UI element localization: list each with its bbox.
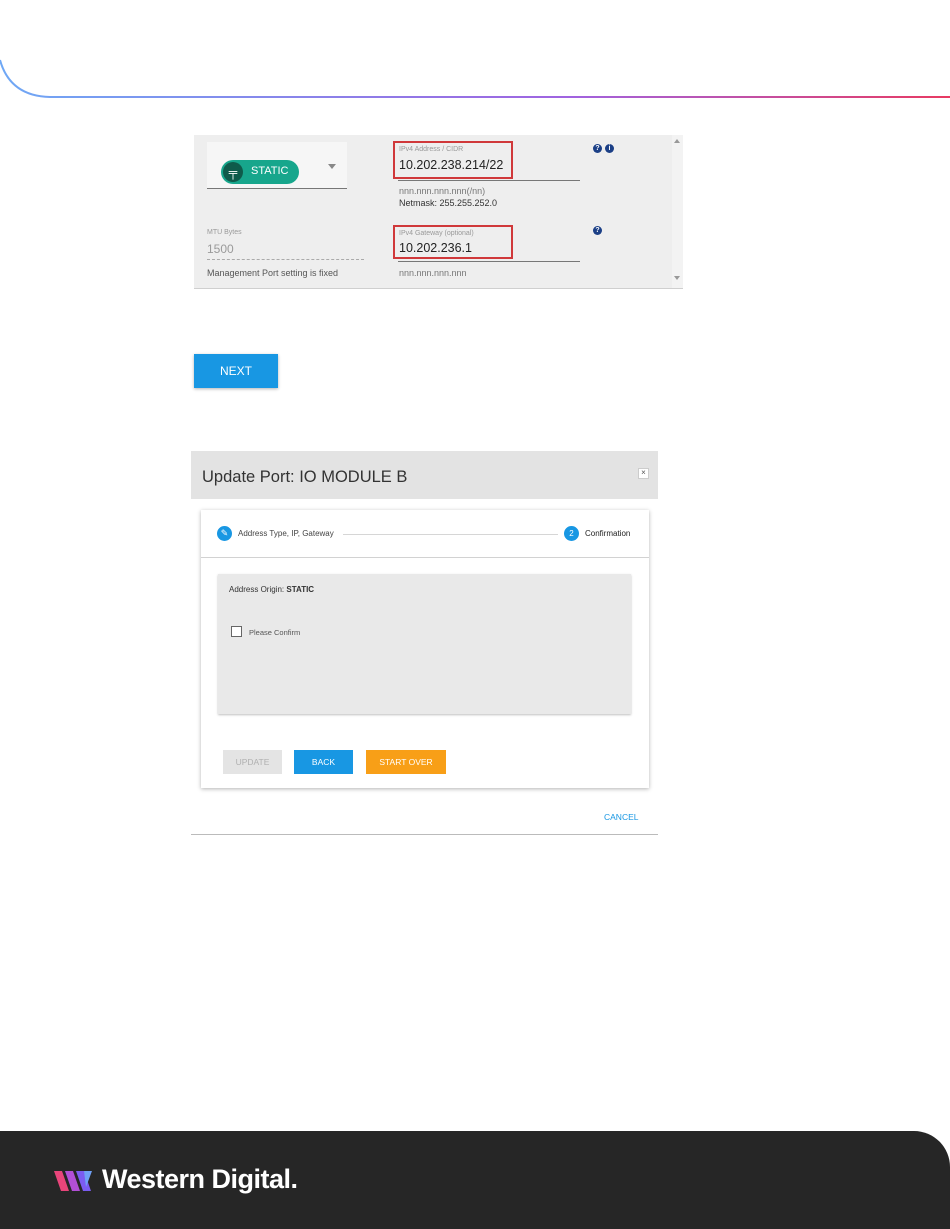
mtu-value: 1500: [207, 242, 234, 256]
header-curve-decoration: [0, 59, 950, 98]
divider: [201, 557, 649, 558]
ipv4-address-input[interactable]: 10.202.238.214/22: [399, 158, 503, 172]
step-connector: [343, 534, 558, 535]
dialog-header: Update Port: IO MODULE B ×: [191, 451, 658, 499]
address-type-value: STATIC: [251, 165, 289, 177]
ip-settings-panel: ╤ STATIC IPv4 Address / CIDR 10.202.238.…: [194, 135, 683, 289]
brand-name: Western Digital.: [102, 1164, 298, 1194]
info-circle-icon[interactable]: i: [605, 144, 614, 153]
please-confirm-checkbox[interactable]: [231, 626, 242, 637]
step-1-label[interactable]: Address Type, IP, Gateway: [238, 529, 334, 538]
dialog-bottom-divider: [191, 834, 658, 835]
address-type-select[interactable]: ╤ STATIC: [207, 142, 347, 189]
scrollbar[interactable]: [672, 135, 683, 288]
ipv4-gateway-hint: nnn.nnn.nnn.nnn: [399, 268, 467, 278]
dropdown-caret-icon[interactable]: [328, 164, 336, 169]
mtu-label: MTU Bytes: [207, 229, 242, 236]
start-over-button[interactable]: START OVER: [366, 750, 446, 774]
cancel-button[interactable]: CANCEL: [604, 812, 638, 822]
address-origin: Address Origin: STATIC: [229, 585, 314, 594]
question-circle-icon[interactable]: ?: [593, 144, 602, 153]
ipv4-address-underline: [398, 180, 580, 181]
confirmation-panel: Address Origin: STATIC Please Confirm: [218, 574, 631, 714]
western-digital-logo-icon: [54, 1171, 92, 1191]
address-origin-value: STATIC: [286, 585, 315, 594]
ipv4-gateway-label: IPv4 Gateway (optional): [399, 230, 474, 237]
next-button[interactable]: NEXT: [194, 354, 278, 388]
address-origin-label: Address Origin:: [229, 585, 285, 594]
scroll-up-icon[interactable]: [674, 139, 680, 143]
ipv4-address-label: IPv4 Address / CIDR: [399, 146, 464, 153]
step-2-number: 2: [564, 526, 579, 541]
dialog-title: Update Port: IO MODULE B: [202, 468, 408, 486]
update-button[interactable]: UPDATE: [223, 750, 282, 774]
ipv4-gateway-input[interactable]: 10.202.236.1: [399, 241, 472, 255]
footer: Western Digital.: [0, 1131, 950, 1229]
please-confirm-label[interactable]: Please Confirm: [249, 628, 300, 637]
static-chip: ╤ STATIC: [221, 160, 299, 184]
ipv4-gateway-underline: [398, 261, 580, 262]
mtu-underline: [207, 259, 364, 260]
close-icon[interactable]: ×: [638, 468, 649, 479]
mtu-note: Management Port setting is fixed: [207, 268, 339, 278]
back-button[interactable]: BACK: [294, 750, 353, 774]
step-2-label: Confirmation: [585, 529, 631, 538]
netmask-text: Netmask: 255.255.252.0: [399, 198, 498, 208]
ipv4-address-hint: nnn.nnn.nnn.nnn(/nn): [399, 186, 486, 196]
question-circle-icon[interactable]: ?: [593, 226, 602, 235]
stepper-card: ✎ Address Type, IP, Gateway 2 Confirmati…: [201, 510, 649, 788]
pencil-icon[interactable]: ✎: [217, 526, 232, 541]
scroll-down-icon[interactable]: [674, 276, 680, 280]
static-ip-icon: ╤: [223, 162, 243, 182]
